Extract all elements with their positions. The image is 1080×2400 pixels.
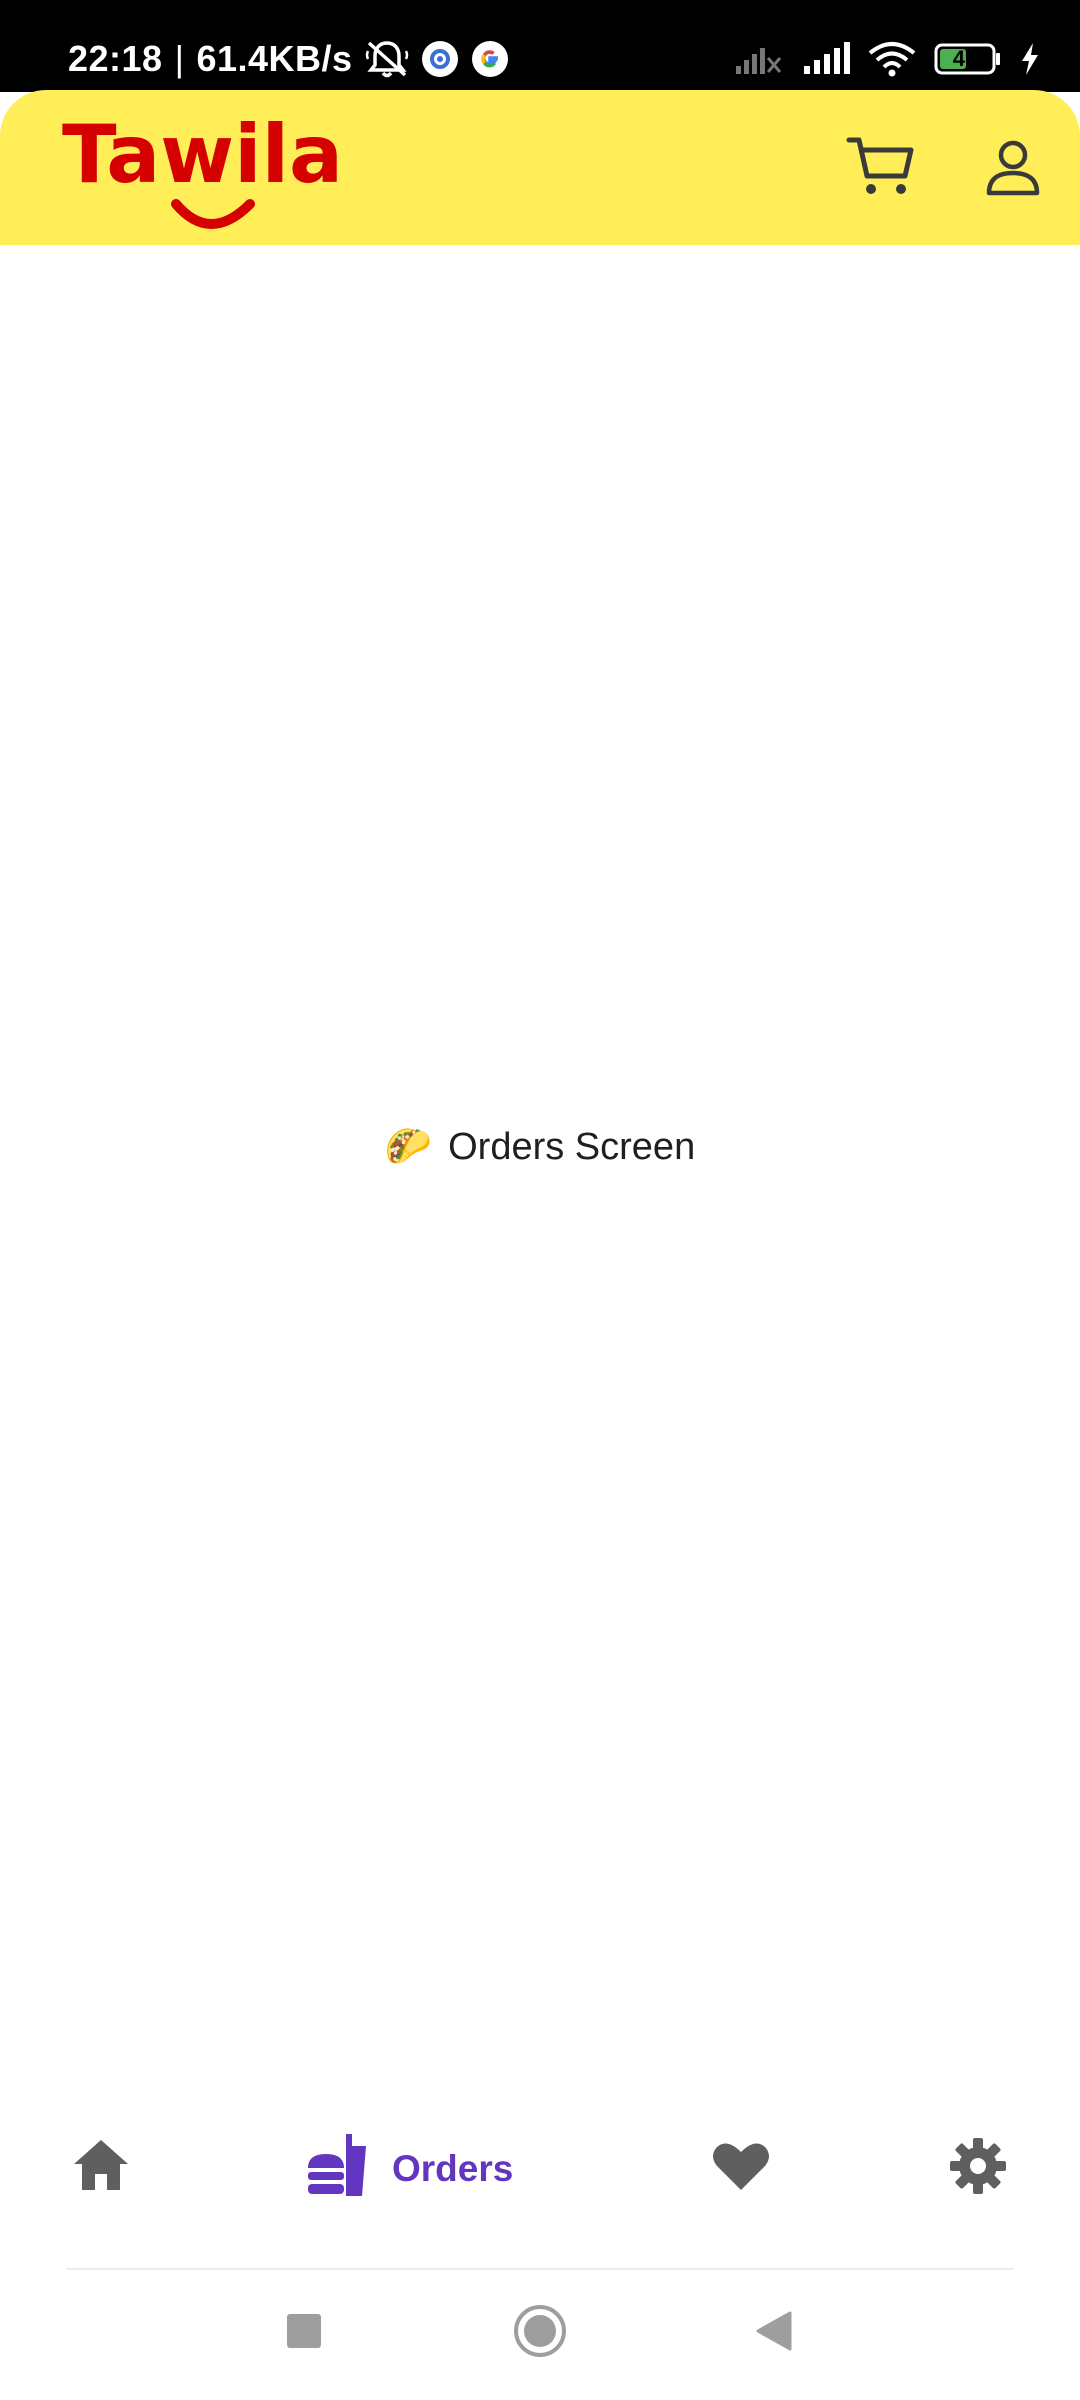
nav-item-orders[interactable]: Orders [306,2134,513,2203]
back-icon [756,2311,792,2356]
status-time: 22:18 [68,38,163,79]
signal-off-icon [734,42,784,76]
bell-off-icon [365,39,409,79]
status-bar: 22:18 | 61.4KB/s 49 [0,0,1080,92]
tawila-logo[interactable]: Tawila [58,100,348,240]
nav-item-settings[interactable] [950,2138,1006,2199]
battery-level: 49 [952,46,978,71]
gear-icon [950,2138,1006,2199]
signal-icon [802,42,850,76]
heart-icon [712,2140,770,2197]
cart-icon [845,134,917,205]
profile-icon [983,137,1043,202]
fastfood-icon [306,2134,370,2203]
nav-divider [66,2268,1014,2270]
orders-screen-message: 🌮 Orders Screen [0,1125,1080,1169]
nav-label-orders: Orders [392,2147,514,2189]
settings-badge-icon [421,40,459,78]
recents-icon [287,2313,321,2353]
home-icon [72,2138,130,2197]
charging-icon [1020,43,1040,75]
nav-item-favorites[interactable] [712,2140,770,2197]
recents-button[interactable] [270,2299,338,2367]
nav-item-home[interactable] [72,2138,130,2197]
google-icon [471,40,509,78]
cart-button[interactable] [836,124,926,214]
bottom-navigation: Orders [0,2110,1080,2230]
orders-screen-label: Orders Screen [448,1125,696,1168]
home-circle-icon [513,2304,567,2363]
wifi-icon [868,41,916,77]
network-speed: 61.4KB/s [196,38,353,79]
logo-text: Tawila [62,108,343,201]
main-content: 🌮 Orders Screen [0,245,1080,2065]
taco-emoji: 🌮 [384,1126,433,1168]
app-header: Tawila [0,90,1080,245]
system-navigation-bar [0,2275,1080,2400]
profile-button[interactable] [968,124,1058,214]
status-separator: | [174,38,185,79]
system-home-button[interactable] [506,2299,574,2367]
back-button[interactable] [740,2299,808,2367]
battery-icon: 49 [934,43,1002,75]
